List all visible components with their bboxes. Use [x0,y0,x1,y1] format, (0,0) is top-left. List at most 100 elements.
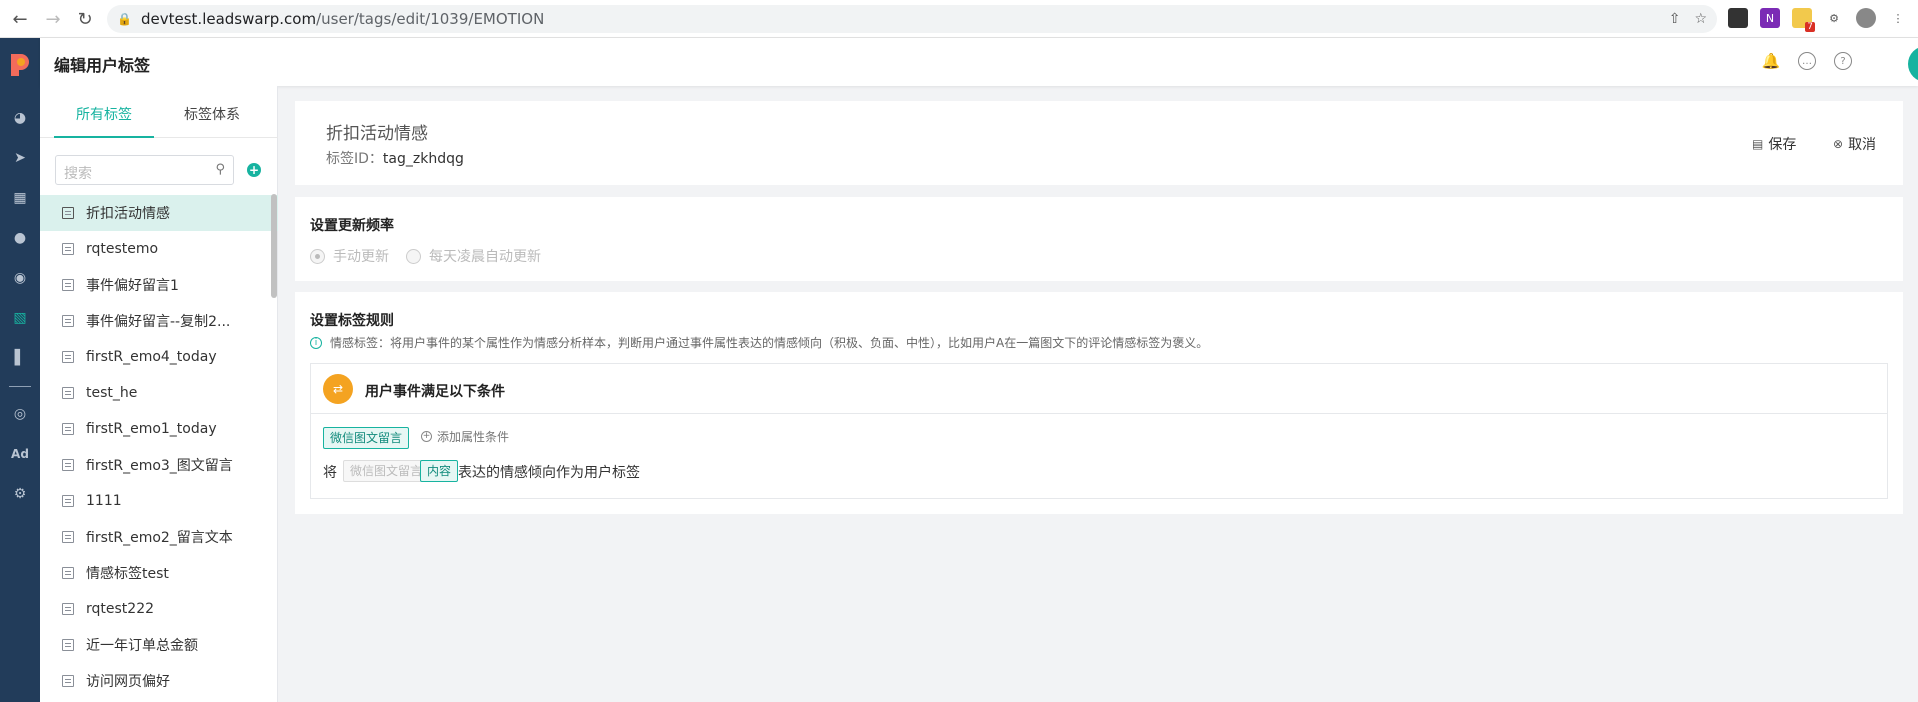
sentence-prefix: 将 [323,465,337,481]
tag-tabs: 所有标签 标签体系 [40,86,278,138]
tag-item-icon [62,531,74,543]
tag-list: 折扣活动情感 rqtestemo 事件偏好留言1 事件偏好留言--复制2... … [40,195,278,699]
tag-item-label: firstR_emo1_today [86,421,217,437]
onenote-icon[interactable]: N [1760,8,1780,28]
tag-list-item[interactable]: 情感标签test [40,555,278,591]
user-icon[interactable]: ● [10,228,30,248]
condition-title: 用户事件满足以下条件 [365,384,505,400]
ad-icon[interactable]: Ad [10,444,30,464]
page-title: 编辑用户标签 [54,56,151,75]
radio-manual-update[interactable]: 手动更新 [310,246,389,266]
tag-item-label: 折扣活动情感 [86,206,170,222]
attribute-select[interactable]: 内容 [420,460,459,482]
tag-item-icon [62,423,74,435]
back-icon[interactable]: ← [5,4,35,34]
tag-list-item[interactable]: 近一年订单总金额 [40,627,278,663]
update-frequency-card: 设置更新频率 手动更新 每天凌晨自动更新 [295,197,1903,281]
share-icon[interactable]: ⇧ [1669,11,1681,27]
users-icon[interactable]: ◉ [10,268,30,288]
reload-icon[interactable]: ↻ [70,4,100,34]
tag-item-label: 近一年订单总金额 [86,638,198,654]
table-icon[interactable]: ▦ [10,188,30,208]
tag-item-label: 事件偏好留言--复制2... [86,314,231,330]
settings-icon[interactable]: ⚙ [10,484,30,504]
avatar[interactable]: ● [1908,46,1918,82]
radio-daily-auto-update[interactable]: 每天凌晨自动更新 [406,246,541,266]
tab-tag-system[interactable]: 标签体系 [184,104,240,124]
add-attribute-condition-button[interactable]: + 添加属性条件 [421,428,509,445]
add-condition-label: 添加属性条件 [437,430,510,444]
bell-icon[interactable]: 🔔 [1762,52,1781,70]
radio-label: 手动更新 [333,249,389,265]
active-tab-indicator [54,136,154,138]
plus-circle-icon: + [421,431,432,442]
tag-item-icon [62,279,74,291]
address-bar[interactable]: 🔒 devtest.leadswarp.com/user/tags/edit/1… [107,5,1717,33]
tag-item-label: 访问网页偏好 [86,674,170,690]
tag-item-label: 事件偏好留言1 [86,278,179,294]
save-icon: ▤ [1752,137,1764,151]
extension-badge: 7 [1805,22,1815,32]
tag-item-label: test_he [86,385,138,401]
tag-id-value: tag_zkhdqg [382,151,464,167]
profile-icon[interactable] [1856,8,1876,28]
tag-list-item[interactable]: 1111 [40,483,278,519]
radio-circle [406,248,421,264]
search-icon[interactable]: ⚲ [215,162,225,177]
forward-icon[interactable]: → [38,4,68,34]
tag-list-item[interactable]: rqtest222 [40,591,278,627]
rules-title: 设置标签规则 [310,313,394,329]
radio-label: 每天凌晨自动更新 [429,249,541,265]
search-placeholder: 搜索 [64,166,92,182]
send-icon[interactable]: ➤ [10,148,30,168]
event-condition-icon: ⇄ [323,374,353,404]
tag-list-item[interactable]: firstR_emo2_留言文本 [40,519,278,555]
tag-list-item[interactable]: 事件偏好留言--复制2... [40,303,278,339]
sentence-suffix: 表达的情感倾向作为用户标签 [458,465,640,481]
event-chip[interactable]: 微信图文留言 [323,427,410,449]
tag-list-scrollbar[interactable] [271,194,277,298]
tag-item-icon [62,567,74,579]
tag-item-label: 1111 [86,493,122,509]
tag-item-label: firstR_emo2_留言文本 [86,530,233,546]
chat-icon[interactable]: … [1798,52,1816,70]
tag-list-item[interactable]: 事件偏好留言1 [40,267,278,303]
lock-icon: 🔒 [117,12,132,26]
rules-info: i 情感标签：将用户事件的某个属性作为情感分析样本，判断用户通过事件属性表达的情感… [310,334,1208,351]
browser-toolbar: ← → ↻ 🔒 devtest.leadswarp.com/user/tags/… [0,0,1918,38]
tag-item-icon [62,315,74,327]
tag-list-item[interactable]: firstR_emo1_today [40,411,278,447]
tag-search-input[interactable]: 搜索 ⚲ [55,155,234,185]
tab-all-tags[interactable]: 所有标签 [76,104,132,124]
tag-item-icon [62,603,74,615]
url-path: /user/tags/edit/1039/EMOTION [316,10,545,28]
rail-divider [9,386,31,387]
bookmark-star-icon[interactable]: ☆ [1694,11,1707,27]
close-circle-icon: ⊗ [1833,137,1844,151]
tag-item-icon [62,387,74,399]
event-select-disabled: 微信图文留言 [343,460,430,482]
puzzle-icon[interactable]: ⚙ [1824,8,1844,28]
condition-header: ⇄ 用户事件满足以下条件 [311,364,1887,414]
tag-item-label: firstR_emo3_图文留言 [86,458,233,474]
idea-extension-icon[interactable]: 7 [1792,8,1815,32]
dashboard-icon[interactable]: ◕ [10,108,30,128]
tag-icon[interactable]: ▧ [10,308,30,328]
save-button[interactable]: ▤ 保存 [1752,134,1796,154]
tag-rules-card: 设置标签规则 i 情感标签：将用户事件的某个属性作为情感分析样本，判断用户通过事件… [295,292,1903,514]
extension-icon[interactable] [1728,8,1748,28]
wechat-icon[interactable]: ◎ [10,404,30,424]
menu-dots-icon[interactable]: ⋮ [1888,8,1908,28]
tag-list-item[interactable]: firstR_emo3_图文留言 [40,447,278,483]
help-icon[interactable]: ? [1834,52,1852,70]
tag-list-item[interactable]: firstR_emo4_today [40,339,278,375]
bar-chart-icon[interactable]: ▌ [10,348,30,368]
add-tag-button[interactable]: + [247,163,261,177]
cancel-label: 取消 [1848,137,1877,153]
tag-item-icon [62,639,74,651]
cancel-button[interactable]: ⊗ 取消 [1833,134,1876,154]
tag-list-item[interactable]: 访问网页偏好 [40,663,278,699]
tag-list-item[interactable]: 折扣活动情感 [40,195,278,231]
tag-list-item[interactable]: rqtestemo [40,231,278,267]
tag-list-item[interactable]: test_he [40,375,278,411]
